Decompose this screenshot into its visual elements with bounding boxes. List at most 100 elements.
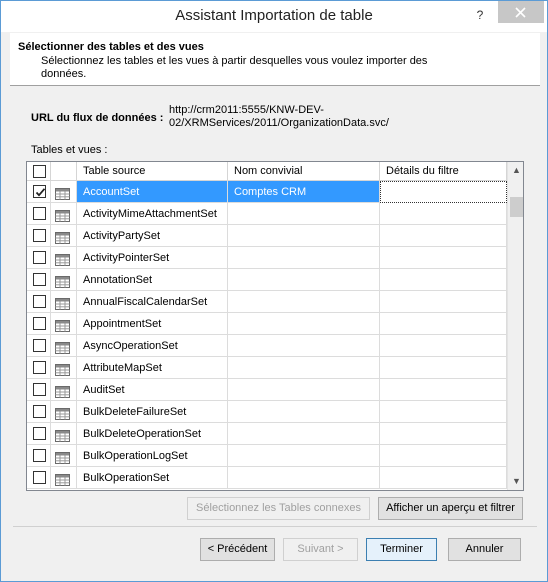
cell-friendly-name[interactable]	[228, 379, 380, 401]
previous-button[interactable]: < Précédent	[200, 538, 275, 561]
column-header-friendly-name[interactable]: Nom convivial	[228, 162, 380, 181]
cell-friendly-name[interactable]	[228, 423, 380, 445]
cell-friendly-name[interactable]	[228, 313, 380, 335]
cell-source-table[interactable]: AsyncOperationSet	[77, 335, 228, 357]
row-checkbox-cell[interactable]	[27, 467, 51, 489]
select-all-checkbox[interactable]	[33, 165, 46, 178]
table-row[interactable]: BulkOperationLogSet	[27, 445, 507, 467]
cell-source-table[interactable]: ActivityMimeAttachmentSet	[77, 203, 228, 225]
row-checkbox[interactable]	[33, 471, 46, 484]
chevron-up-icon[interactable]: ▲	[508, 162, 523, 179]
row-checkbox[interactable]	[33, 251, 46, 264]
cell-friendly-name[interactable]	[228, 467, 380, 489]
cell-filter-details[interactable]	[380, 225, 507, 247]
column-header-filter-details[interactable]: Détails du filtre	[380, 162, 507, 181]
cell-filter-details[interactable]	[380, 335, 507, 357]
cell-friendly-name[interactable]	[228, 335, 380, 357]
cell-source-table[interactable]: AccountSet	[77, 181, 228, 203]
row-checkbox-cell[interactable]	[27, 181, 51, 203]
cell-filter-details[interactable]	[380, 379, 507, 401]
cell-friendly-name[interactable]	[228, 203, 380, 225]
cell-filter-details[interactable]	[380, 467, 507, 489]
table-row[interactable]: BulkDeleteOperationSet	[27, 423, 507, 445]
close-button[interactable]	[498, 1, 544, 23]
cell-source-table[interactable]: AnnualFiscalCalendarSet	[77, 291, 228, 313]
cell-filter-details[interactable]	[380, 401, 507, 423]
cell-source-table[interactable]: ActivityPartySet	[77, 225, 228, 247]
cell-friendly-name[interactable]	[228, 445, 380, 467]
cell-source-table[interactable]: BulkDeleteFailureSet	[77, 401, 228, 423]
header-select-all[interactable]	[27, 162, 51, 181]
cell-friendly-name[interactable]	[228, 291, 380, 313]
select-related-tables-button[interactable]: Sélectionnez les Tables connexes	[187, 497, 370, 520]
row-checkbox-cell[interactable]	[27, 335, 51, 357]
row-checkbox[interactable]	[33, 383, 46, 396]
row-checkbox[interactable]	[33, 295, 46, 308]
row-checkbox-cell[interactable]	[27, 291, 51, 313]
table-row[interactable]: AttributeMapSet	[27, 357, 507, 379]
row-checkbox-cell[interactable]	[27, 225, 51, 247]
cell-friendly-name[interactable]: Comptes CRM	[228, 181, 380, 203]
cell-filter-details[interactable]	[380, 247, 507, 269]
table-row[interactable]: AccountSet Comptes CRM	[27, 181, 507, 203]
cell-filter-details[interactable]	[380, 423, 507, 445]
cell-friendly-name[interactable]	[228, 401, 380, 423]
cell-source-table[interactable]: BulkDeleteOperationSet	[77, 423, 228, 445]
preview-filter-button[interactable]: Afficher un aperçu et filtrer	[378, 497, 523, 520]
cell-source-table[interactable]: AttributeMapSet	[77, 357, 228, 379]
row-checkbox[interactable]	[33, 229, 46, 242]
cell-source-table[interactable]: AnnotationSet	[77, 269, 228, 291]
table-row[interactable]: AsyncOperationSet	[27, 335, 507, 357]
finish-button[interactable]: Terminer	[366, 538, 437, 561]
row-checkbox-cell[interactable]	[27, 379, 51, 401]
row-checkbox-cell[interactable]	[27, 357, 51, 379]
row-checkbox[interactable]	[33, 339, 46, 352]
cancel-button[interactable]: Annuler	[448, 538, 521, 561]
table-row[interactable]: AnnotationSet	[27, 269, 507, 291]
row-checkbox[interactable]	[33, 449, 46, 462]
cell-friendly-name[interactable]	[228, 269, 380, 291]
cell-filter-details[interactable]	[380, 313, 507, 335]
cell-source-table[interactable]: BulkOperationSet	[77, 467, 228, 489]
row-checkbox[interactable]	[33, 361, 46, 374]
cell-filter-details[interactable]	[380, 357, 507, 379]
row-checkbox[interactable]	[33, 405, 46, 418]
next-button[interactable]: Suivant >	[283, 538, 358, 561]
table-row[interactable]: AuditSet	[27, 379, 507, 401]
table-row[interactable]: BulkDeleteFailureSet	[27, 401, 507, 423]
cell-friendly-name[interactable]	[228, 225, 380, 247]
cell-filter-details[interactable]	[380, 181, 507, 203]
row-checkbox-cell[interactable]	[27, 247, 51, 269]
row-checkbox-cell[interactable]	[27, 445, 51, 467]
table-row[interactable]: AnnualFiscalCalendarSet	[27, 291, 507, 313]
table-row[interactable]: ActivityPointerSet	[27, 247, 507, 269]
cell-friendly-name[interactable]	[228, 357, 380, 379]
row-checkbox-cell[interactable]	[27, 401, 51, 423]
help-button[interactable]: ?	[467, 4, 493, 26]
cell-filter-details[interactable]	[380, 269, 507, 291]
row-checkbox-cell[interactable]	[27, 423, 51, 445]
table-row[interactable]: ActivityPartySet	[27, 225, 507, 247]
cell-filter-details[interactable]	[380, 203, 507, 225]
table-row[interactable]: AppointmentSet	[27, 313, 507, 335]
row-checkbox-cell[interactable]	[27, 313, 51, 335]
cell-source-table[interactable]: AuditSet	[77, 379, 228, 401]
row-checkbox[interactable]	[33, 273, 46, 286]
cell-source-table[interactable]: ActivityPointerSet	[77, 247, 228, 269]
cell-source-table[interactable]: BulkOperationLogSet	[77, 445, 228, 467]
table-row[interactable]: BulkOperationSet	[27, 467, 507, 489]
row-checkbox[interactable]	[33, 427, 46, 440]
row-checkbox-cell[interactable]	[27, 203, 51, 225]
row-checkbox-cell[interactable]	[27, 269, 51, 291]
chevron-down-icon[interactable]: ▼	[508, 473, 523, 490]
scrollbar-thumb[interactable]	[510, 197, 523, 217]
row-checkbox[interactable]	[33, 185, 46, 198]
row-checkbox[interactable]	[33, 317, 46, 330]
cell-source-table[interactable]: AppointmentSet	[77, 313, 228, 335]
cell-filter-details[interactable]	[380, 291, 507, 313]
cell-friendly-name[interactable]	[228, 247, 380, 269]
column-header-source[interactable]: Table source	[77, 162, 228, 181]
table-row[interactable]: ActivityMimeAttachmentSet	[27, 203, 507, 225]
vertical-scrollbar[interactable]: ▲ ▼	[507, 162, 523, 490]
cell-filter-details[interactable]	[380, 445, 507, 467]
